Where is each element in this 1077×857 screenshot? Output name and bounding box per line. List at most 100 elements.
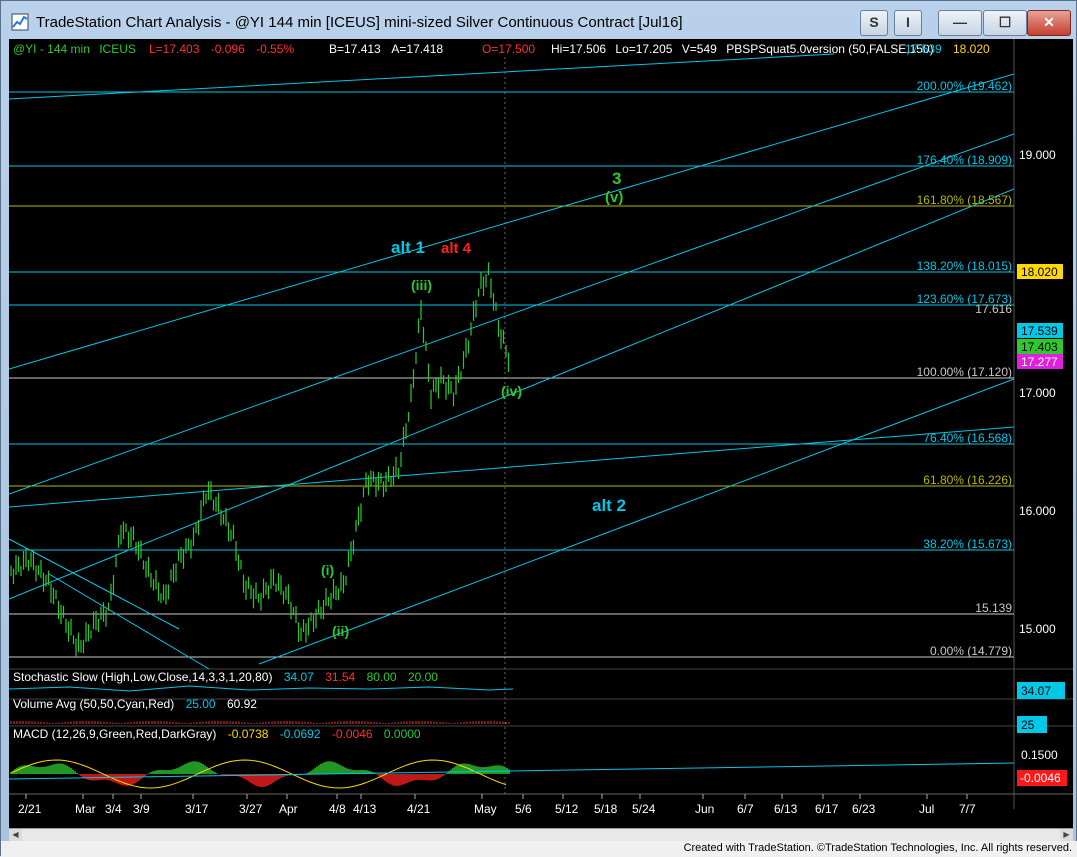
svg-text:Stochastic Slow (High,Low,Clos: Stochastic Slow (High,Low,Close,14,3,3,1…: [13, 670, 438, 684]
close-button[interactable]: ✕: [1027, 10, 1071, 36]
wave-label-v: (v): [605, 189, 623, 206]
channel-line: [9, 73, 1014, 370]
volume-avg-v1: 25.00: [186, 697, 216, 711]
header-exchange: ICEUS: [99, 42, 136, 56]
time-axis-label: 3/17: [185, 802, 209, 816]
price-chart-canvas[interactable]: @YI - 144 min ICEUS L=17.403 -0.096 -0.5…: [9, 39, 1073, 829]
fib-level-label: 161.80% (18.567): [917, 193, 1012, 207]
macd-axis-label: 0.1500: [1021, 748, 1058, 762]
price-axis-label: 17.000: [1019, 386, 1056, 400]
price-tag-text: 17.277: [1021, 355, 1058, 369]
wave-label-ii: (ii): [332, 623, 349, 639]
horizontal-scrollbar[interactable]: ◀ ▶: [9, 828, 1073, 841]
stochastic-v1: 34.07: [284, 670, 314, 684]
fib-level-label: 38.20% (15.673): [923, 537, 1012, 551]
fib-level-label: 76.40% (16.568): [923, 431, 1012, 445]
time-axis-label: 6/17: [815, 802, 839, 816]
time-axis-label: 3/9: [133, 802, 150, 816]
header-low: Lo=17.205: [615, 42, 672, 56]
time-axis-label: Mar: [75, 802, 96, 816]
fib-level-label: 176.40% (18.909): [917, 153, 1012, 167]
time-axis-label: Jul: [919, 802, 934, 816]
svg-text:Hi=17.506 Lo=17.205: Hi=17.506 Lo=17.205 V=549 PBSPSquat5.0ve…: [551, 42, 934, 56]
macd-v4: 0.0000: [384, 727, 421, 741]
scroll-right-arrow-icon[interactable]: ▶: [1060, 829, 1073, 841]
stochastic-tag-text: 34.07: [1021, 684, 1051, 698]
maximize-icon: ☐: [998, 14, 1012, 30]
time-axis-label: 5/24: [632, 802, 656, 816]
chart-area[interactable]: @YI - 144 min ICEUS L=17.403 -0.096 -0.5…: [9, 39, 1073, 829]
price-tag-text: 17.403: [1021, 340, 1058, 354]
time-axis-label: 3/27: [239, 802, 263, 816]
volume-avg-name: Volume Avg (50,50,Cyan,Red): [13, 697, 174, 711]
time-axis-label: 5/12: [555, 802, 579, 816]
volume-avg-v2: 60.92: [227, 697, 257, 711]
header-bid: B=17.413: [329, 42, 381, 56]
minimize-button[interactable]: —: [938, 10, 982, 36]
stochastic-v3: 80.00: [367, 670, 397, 684]
price-axis-label: 19.000: [1019, 148, 1056, 162]
fib-level-label: 61.80% (16.226): [923, 473, 1012, 487]
time-axis-label: 6/7: [737, 802, 754, 816]
wave-label-3: 3: [612, 169, 621, 188]
price-axis-label: 16.000: [1019, 504, 1056, 518]
wave-label-i: (i): [321, 562, 334, 578]
symbol-link-button[interactable]: S: [860, 10, 888, 36]
interval-link-label: I: [906, 14, 910, 30]
macd-tag-text: -0.0046: [1020, 771, 1061, 785]
interval-link-button[interactable]: I: [894, 10, 922, 36]
fib-level-label: 15.139: [975, 601, 1012, 615]
svg-text:@YI - 144 min ICEUS: @YI - 144 min ICEUS: [13, 42, 136, 56]
wave-label-iv: (iv): [501, 383, 522, 399]
macd-name: MACD (12,26,9,Green,Red,DarkGray): [13, 727, 216, 741]
wave-label-iii: (iii): [411, 277, 432, 293]
header-high: Hi=17.506: [551, 42, 606, 56]
wave-label-alt1: alt 1: [391, 238, 425, 257]
time-axis-label: Apr: [279, 802, 298, 816]
time-axis-label: 5/18: [594, 802, 618, 816]
channel-line: [258, 378, 1014, 665]
title-bar: TradeStation Chart Analysis - @YI 144 mi…: [1, 1, 1077, 41]
header-change: -0.096: [211, 42, 245, 56]
wave-label-alt2: alt 2: [592, 496, 626, 515]
scroll-left-arrow-icon[interactable]: ◀: [9, 829, 22, 841]
fib-level-label: 138.20% (18.015): [917, 259, 1012, 273]
maximize-button[interactable]: ☐: [983, 10, 1027, 36]
header-change-pct: -0.55%: [256, 42, 294, 56]
macd-v2: -0.0692: [280, 727, 321, 741]
status-bar: Created with TradeStation. ©TradeStation…: [1, 841, 1077, 857]
tradestation-app-icon: [11, 13, 29, 31]
time-axis-label: 4/13: [353, 802, 377, 816]
close-icon: ✕: [1043, 14, 1055, 30]
stochastic-line: [9, 685, 514, 692]
header-open: O=17.500: [482, 42, 535, 56]
time-axis-label: 4/21: [407, 802, 431, 816]
time-axis-label: 6/23: [852, 802, 876, 816]
header-ind-v1: 17.539: [905, 42, 942, 56]
fib-level-label: 0.00% (14.779): [930, 644, 1012, 658]
svg-text:MACD (12,26,9,Green,Red,DarkGr: MACD (12,26,9,Green,Red,DarkGray) -0.073…: [13, 727, 421, 741]
channel-line: [48, 573, 210, 670]
stochastic-v4: 20.00: [408, 670, 438, 684]
symbol-link-label: S: [869, 14, 879, 30]
stochastic-name: Stochastic Slow (High,Low,Close,14,3,3,1…: [13, 670, 272, 684]
header-volume: V=549: [682, 42, 717, 56]
time-axis-label: 7/7: [959, 802, 976, 816]
minimize-icon: —: [953, 14, 967, 30]
time-axis-label: 4/8: [329, 802, 346, 816]
time-axis-label: May: [474, 802, 497, 816]
price-tag-text: 17.539: [1021, 324, 1058, 338]
chart-window: TradeStation Chart Analysis - @YI 144 mi…: [0, 0, 1077, 857]
copyright-credit: Created with TradeStation. ©TradeStation…: [683, 842, 1072, 854]
header-symbol: @YI - 144 min: [13, 42, 90, 56]
channel-line: [9, 426, 1014, 508]
time-axis-label: 6/13: [774, 802, 798, 816]
stochastic-v2: 31.54: [325, 670, 355, 684]
price-tag-text: 18.020: [1021, 265, 1058, 279]
time-axis-label: 3/4: [105, 802, 122, 816]
channel-line: [9, 133, 1014, 495]
header-last: L=17.403: [149, 42, 200, 56]
time-axis-label: 2/21: [18, 802, 42, 816]
volume-tag-text: 25: [1021, 718, 1035, 732]
time-axis-label: 5/6: [515, 802, 532, 816]
